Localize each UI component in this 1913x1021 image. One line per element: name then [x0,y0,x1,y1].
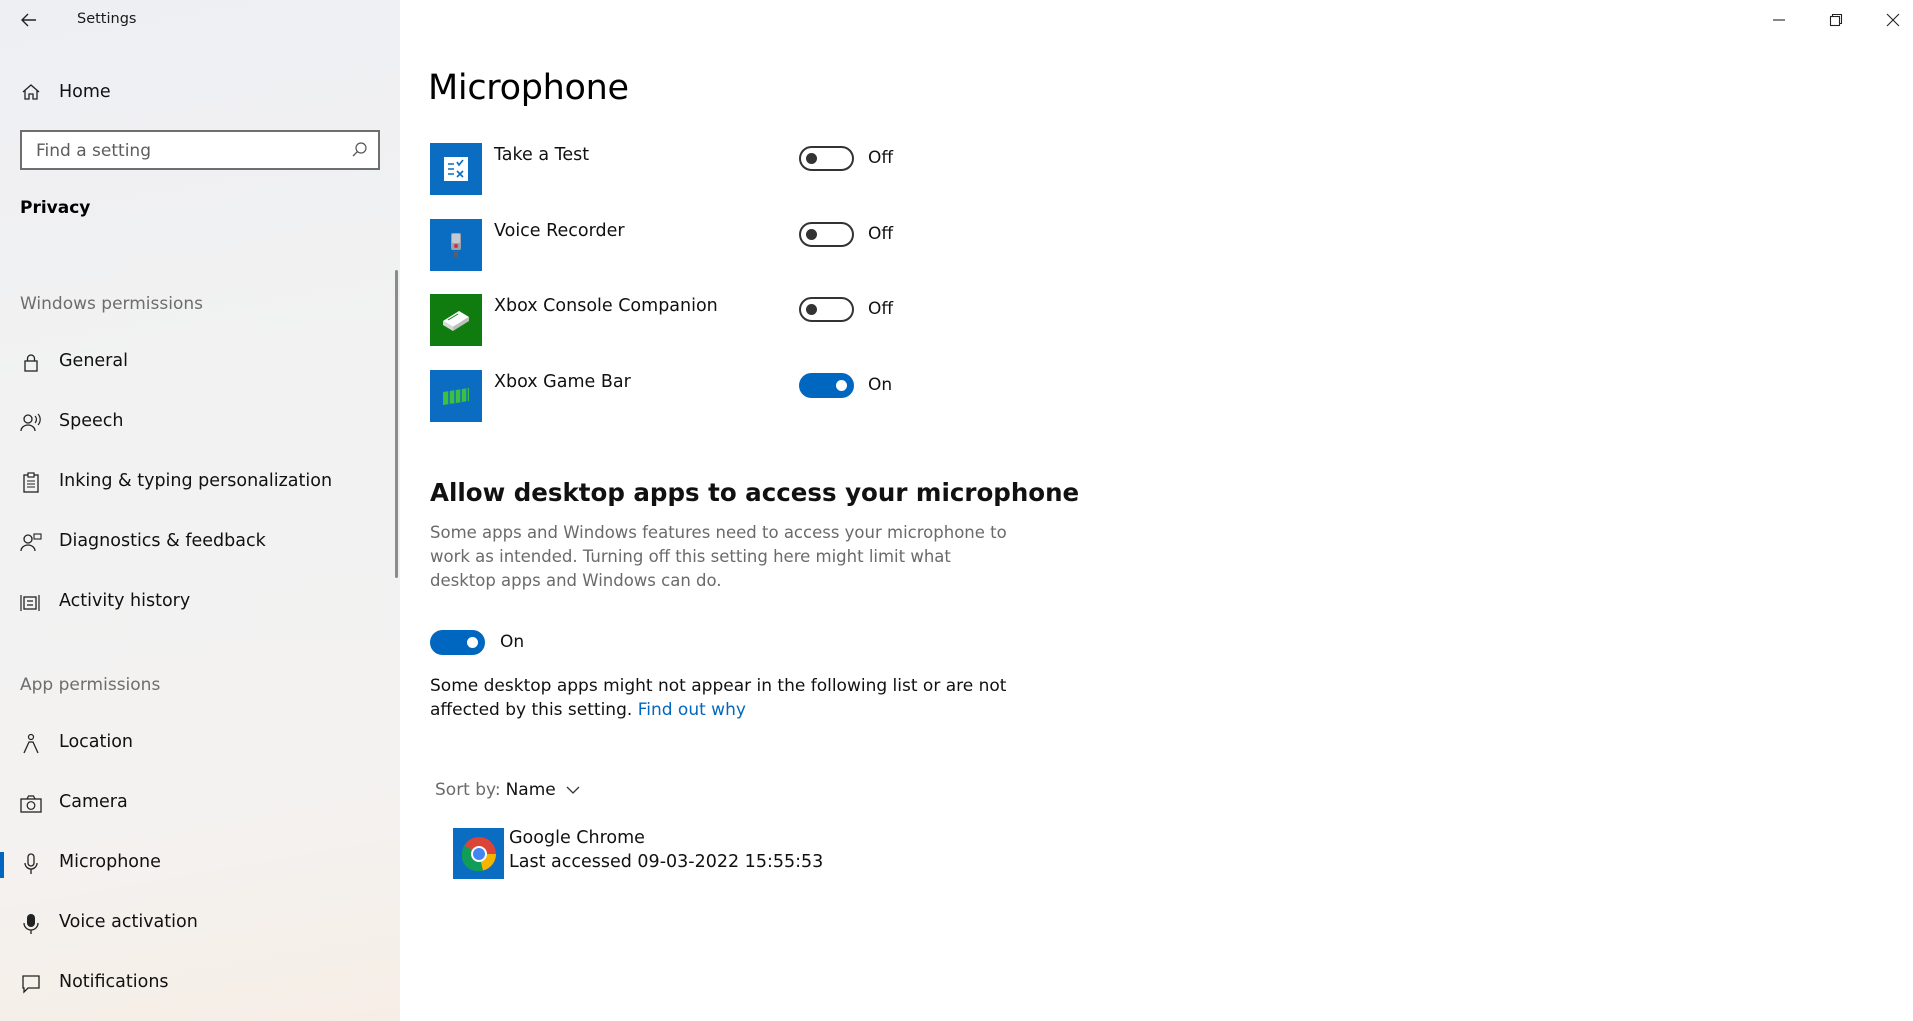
sidebar-item-activity-history[interactable]: Activity history [0,581,400,625]
chrome-icon [453,828,504,879]
toggle-state-label: Off [868,224,894,244]
sidebar-item-diagnostics[interactable]: Diagnostics & feedback [0,521,400,565]
back-arrow-icon [21,13,36,27]
nav-home[interactable]: Home [0,74,400,110]
desktop-apps-description: Some apps and Windows features need to a… [430,523,1007,590]
minimize-icon [1773,19,1785,21]
app-row-take-a-test: Take a Test Off [430,143,1030,195]
app-name: Xbox Game Bar [494,372,631,392]
camera-icon [20,793,42,815]
sort-by-value: Name [505,780,556,800]
home-icon [20,81,42,103]
desktop-apps-heading: Allow desktop apps to access your microp… [430,478,1080,507]
sidebar-item-label: Notifications [59,972,169,992]
sidebar-item-voice-activation[interactable]: Voice activation [0,902,400,946]
restore-icon [1829,13,1843,27]
xbox-game-bar-icon [430,370,482,422]
voice-recorder-icon [430,219,482,271]
minimize-button[interactable] [1762,6,1796,34]
sidebar-item-label: Inking & typing personalization [59,471,333,491]
close-icon [1886,13,1900,27]
find-out-why-link[interactable]: Find out why [638,700,746,720]
app-row-xbox-console-companion: Xbox Console Companion Off [430,294,1030,346]
title-bar: Settings [0,0,400,40]
sidebar-item-label: Camera [59,792,128,812]
page-title: Microphone [428,68,629,108]
sidebar-item-label: Speech [59,411,124,431]
sidebar-item-label: Location [59,732,134,752]
sidebar-item-notifications[interactable]: Notifications [0,962,400,1006]
toggle-state-label: Off [868,299,894,319]
sidebar-item-speech[interactable]: Speech [0,401,400,445]
close-button[interactable] [1876,6,1910,34]
sort-by-dropdown[interactable]: Sort by: Name [435,780,580,800]
sidebar-item-camera[interactable]: Camera [0,782,400,826]
section-title-privacy: Privacy [20,198,91,218]
desktop-app-item-chrome[interactable]: Google Chrome Last accessed 09-03-2022 1… [453,828,853,880]
group-label-app-permissions: App permissions [20,675,161,695]
group-label-windows-permissions: Windows permissions [20,294,203,314]
app-row-xbox-game-bar: Xbox Game Bar On [430,370,1030,422]
toggle-state-label: Off [868,148,894,168]
feedback-person-icon [20,532,42,554]
desktop-app-last-accessed: Last accessed 09-03-2022 15:55:53 [509,852,824,872]
app-title: Settings [77,11,137,27]
activity-history-icon [20,592,42,614]
sidebar-item-microphone[interactable]: Microphone [0,842,400,886]
search-icon[interactable] [351,141,368,162]
take-a-test-icon [430,143,482,195]
app-name: Voice Recorder [494,221,625,241]
back-button[interactable] [14,8,44,32]
sidebar-item-label: Microphone [59,852,161,872]
sidebar-item-inking-typing[interactable]: Inking & typing personalization [0,461,400,505]
sort-by-label: Sort by: [435,780,501,800]
microphone-icon [20,853,42,875]
sidebar-item-label: Activity history [59,591,191,611]
sidebar-item-label: Voice activation [59,912,198,932]
xbox-console-icon [430,294,482,346]
location-person-icon [20,733,42,755]
xbox-console-companion-toggle[interactable] [799,297,854,322]
lock-icon [20,352,42,374]
sidebar: Settings Home Find a setting Privacy Win… [0,0,400,1021]
clipboard-icon [20,472,42,494]
notification-icon [20,973,42,995]
sidebar-item-location[interactable]: Location [0,722,400,766]
app-name: Take a Test [494,145,590,165]
xbox-game-bar-toggle[interactable] [799,373,854,398]
desktop-apps-note: Some desktop apps might not appear in th… [430,674,1010,722]
voice-recorder-toggle[interactable] [799,222,854,247]
speech-icon [20,412,42,434]
search-placeholder: Find a setting [36,141,151,161]
desktop-app-name: Google Chrome [509,828,645,848]
restore-button[interactable] [1819,6,1853,34]
sidebar-scrollbar[interactable] [395,270,398,578]
sidebar-item-label: Diagnostics & feedback [59,531,266,551]
take-a-test-toggle[interactable] [799,146,854,171]
app-name: Xbox Console Companion [494,296,718,316]
search-input[interactable]: Find a setting [20,130,380,170]
sidebar-item-label: General [59,351,128,371]
nav-home-label: Home [59,82,111,102]
desktop-apps-toggle-state: On [500,632,525,652]
desktop-apps-toggle[interactable] [430,630,485,655]
toggle-state-label: On [868,375,893,395]
sidebar-item-general[interactable]: General [0,341,400,385]
voice-activation-icon [20,913,42,935]
app-row-voice-recorder: Voice Recorder Off [430,219,1030,271]
chevron-down-icon [566,786,580,794]
